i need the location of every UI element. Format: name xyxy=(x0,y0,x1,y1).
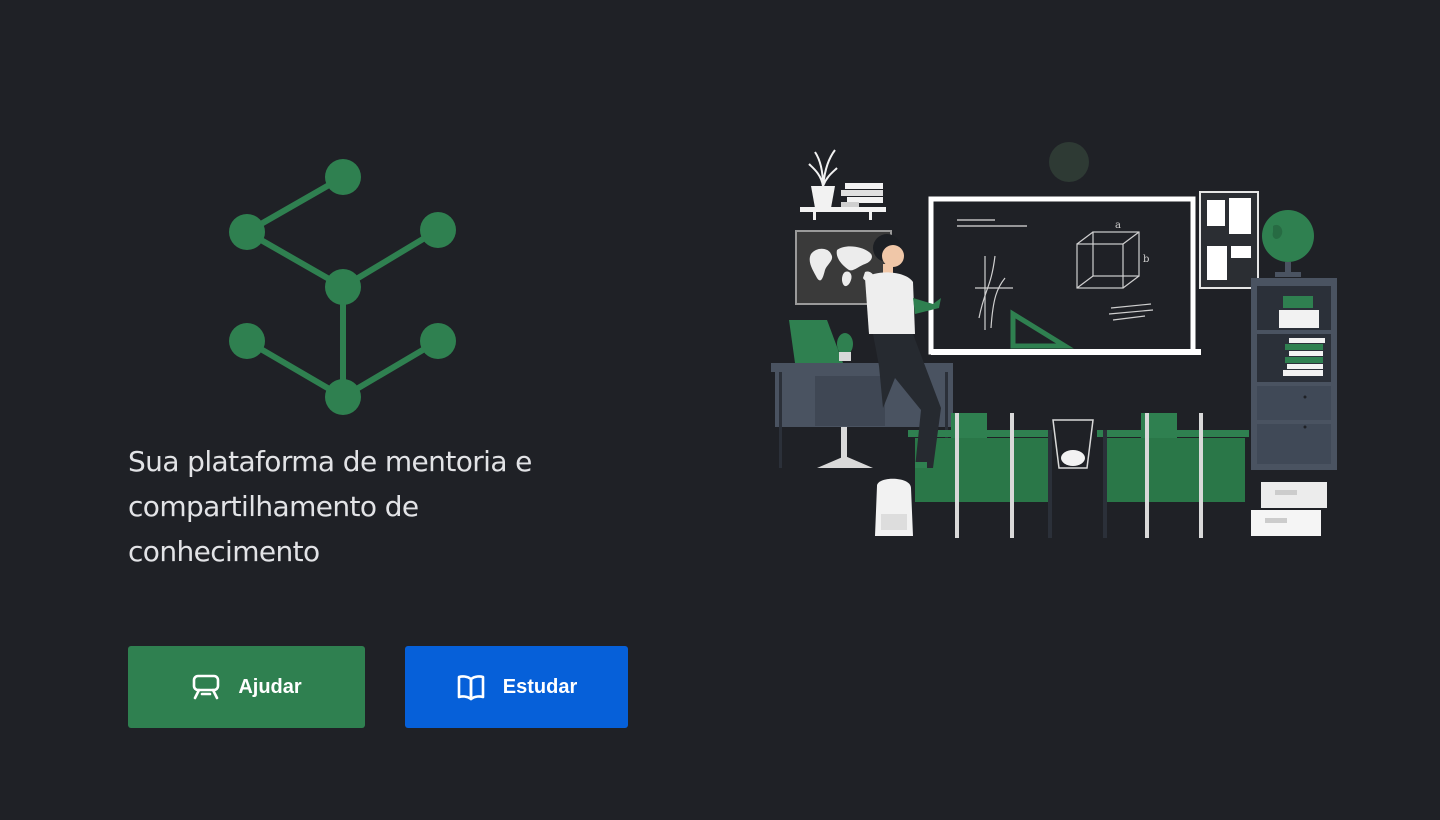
wall-shelf xyxy=(800,149,886,220)
tagline: Sua plataforma de mentoria e compartilha… xyxy=(128,445,532,568)
study-button-label: Estudar xyxy=(502,675,578,698)
storage-boxes xyxy=(1251,482,1327,536)
notice-board xyxy=(1199,191,1259,289)
help-button[interactable]: Ajudar xyxy=(128,646,365,728)
classroom-teacher-illustration: a b xyxy=(771,142,1337,538)
svg-text:a: a xyxy=(1115,220,1121,231)
svg-text:b: b xyxy=(1143,254,1149,265)
landing-page: Sua plataforma de mentoria e compartilha… xyxy=(0,0,1440,820)
lamp-icon xyxy=(1049,142,1089,182)
student-desks xyxy=(908,413,1249,538)
open-book-icon xyxy=(456,672,486,702)
tree-network-icon xyxy=(229,159,456,415)
bookshelf xyxy=(1251,278,1337,470)
study-button[interactable]: Estudar xyxy=(405,646,628,728)
backpack-icon xyxy=(875,478,913,536)
presentation-board-icon xyxy=(191,672,221,702)
help-button-label: Ajudar xyxy=(238,675,302,698)
blackboard: a b xyxy=(928,196,1201,355)
globe-icon xyxy=(1262,210,1314,277)
